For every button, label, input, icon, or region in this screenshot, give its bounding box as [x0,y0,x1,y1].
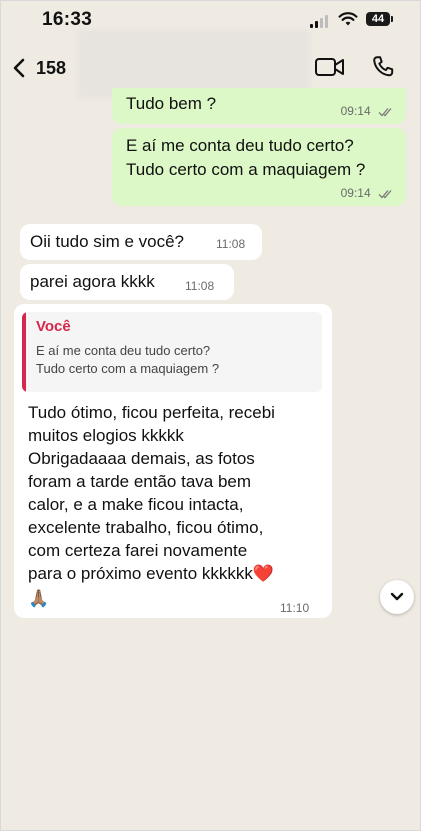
message-line: E aí me conta deu tudo certo? [126,136,354,155]
unread-count[interactable]: 158 [36,58,66,79]
message-text: Oii tudo sim e você? [30,232,185,251]
message-meta: 09:14 [341,186,394,200]
message-bubble-incoming[interactable]: Oii tudo sim e você? 11:08 [20,224,262,260]
message-time: 11:10 [280,601,310,615]
signal-icon [310,14,330,28]
quote-author: Você [36,318,71,335]
message-line: excelente trabalho, ficou ótimo, [28,518,264,537]
status-time: 16:33 [42,9,93,30]
message-bubble-outgoing[interactable]: E aí me conta deu tudo certo? Tudo certo… [112,128,406,206]
message-line: Obrigadaaaa demais, as fotos [28,449,255,468]
message-time: 11:08 [185,279,215,293]
message-bubble-incoming[interactable]: parei agora kkkk 11:08 [20,264,234,300]
message-meta: 09:14 [341,104,394,118]
scroll-to-bottom-button[interactable] [380,580,414,614]
message-time: 09:14 [340,104,371,118]
wifi-icon [338,12,358,26]
battery-indicator: 44 [366,12,393,26]
double-check-icon [378,107,392,117]
message-line: Tudo certo com a maquiagem ? [126,160,366,179]
message-line: com certeza farei novamente [28,541,248,560]
message-bubble-incoming-reply[interactable]: Você E aí me conta deu tudo certo? Tudo … [14,304,332,618]
message-line: foram a tarde então tava bem [28,472,252,491]
phone-call-icon[interactable] [370,54,396,80]
video-call-icon[interactable] [314,56,346,78]
message-line: calor, e a make ficou intacta, [28,495,244,514]
back-chevron-icon[interactable] [8,56,30,80]
scroll-down-chevron-icon [390,592,404,601]
message-text: Tudo bem ? [126,94,217,113]
message-line: Tudo ótimo, ficou perfeita, recebi [28,403,275,422]
quote-accent-bar [22,312,26,392]
quote-text: E aí me conta deu tudo certo? Tudo certo… [36,343,220,376]
message-line: para o próximo evento kkkkkk❤️ [28,564,275,583]
message-text: parei agora kkkk [30,272,155,291]
message-line: muitos elogios kkkkk [28,426,184,445]
quoted-message[interactable]: Você E aí me conta deu tudo certo? Tudo … [22,312,322,392]
message-time: 11:08 [216,237,246,251]
message-bubble-outgoing[interactable]: Tudo bem ? 09:14 [112,88,406,124]
message-time: 09:14 [340,186,371,200]
double-check-icon [378,189,392,199]
message-line-emoji: 🙏🏽 [28,589,50,608]
